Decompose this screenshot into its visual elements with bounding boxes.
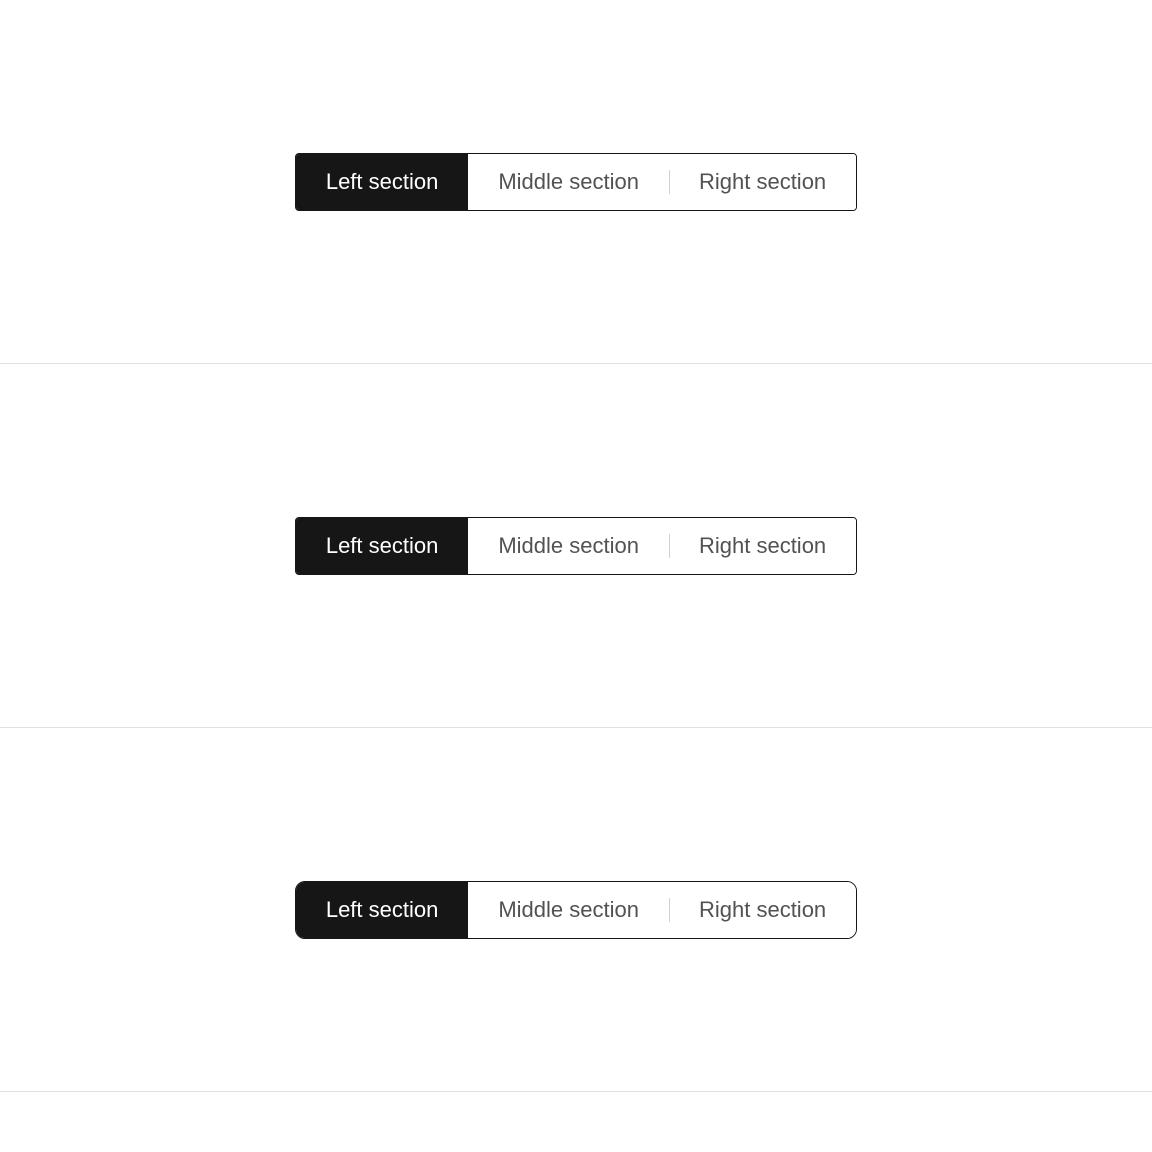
switcher-item-right[interactable]: Right section	[669, 518, 856, 574]
content-switcher-example-1: Left section Middle section Right sectio…	[0, 0, 1152, 364]
switcher-item-middle[interactable]: Middle section	[468, 518, 669, 574]
switcher-item-left[interactable]: Left section	[296, 154, 469, 210]
switcher-item-left[interactable]: Left section	[296, 882, 469, 938]
switcher-item-label: Middle section	[498, 897, 639, 923]
switcher-item-label: Left section	[326, 897, 439, 923]
switcher-item-left[interactable]: Left section	[296, 518, 469, 574]
switcher-item-label: Right section	[699, 897, 826, 923]
content-switcher-example-2: Left section Middle section Right sectio…	[0, 364, 1152, 728]
content-switcher: Left section Middle section Right sectio…	[295, 881, 857, 939]
switcher-item-middle[interactable]: Middle section	[468, 154, 669, 210]
switcher-item-label: Middle section	[498, 533, 639, 559]
switcher-item-label: Right section	[699, 533, 826, 559]
switcher-item-middle[interactable]: Middle section	[468, 882, 669, 938]
switcher-item-label: Middle section	[498, 169, 639, 195]
content-switcher-example-3: Left section Middle section Right sectio…	[0, 728, 1152, 1092]
switcher-item-right[interactable]: Right section	[669, 154, 856, 210]
content-switcher: Left section Middle section Right sectio…	[295, 153, 857, 211]
switcher-item-right[interactable]: Right section	[669, 882, 856, 938]
switcher-item-label: Right section	[699, 169, 826, 195]
switcher-item-label: Left section	[326, 533, 439, 559]
switcher-item-label: Left section	[326, 169, 439, 195]
content-switcher: Left section Middle section Right sectio…	[295, 517, 857, 575]
